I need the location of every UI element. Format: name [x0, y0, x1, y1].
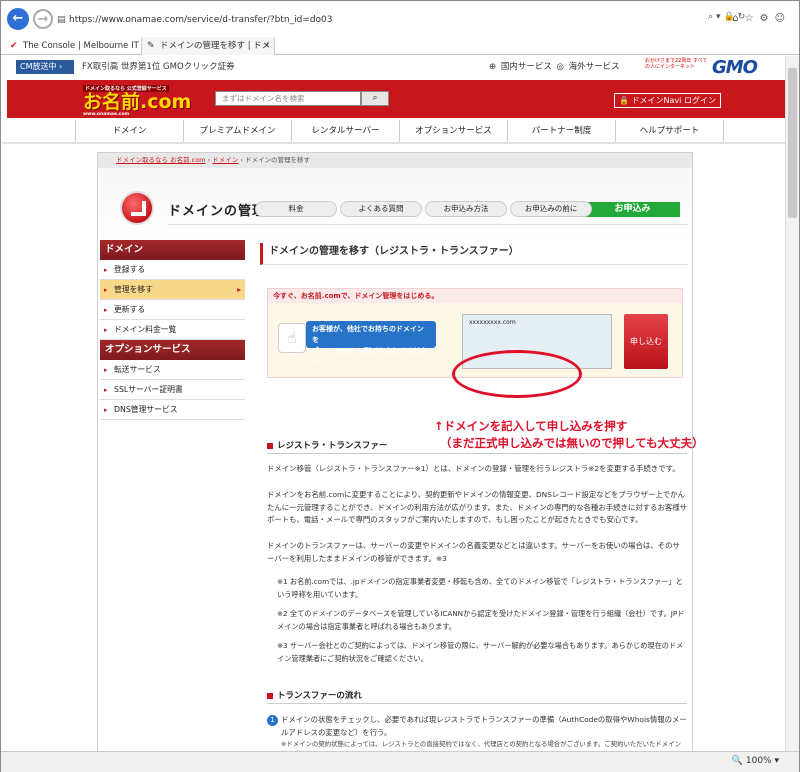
gmo-anniversary: おかげさまで22周年 すべての人にインターネット: [645, 58, 708, 70]
fx-promo-link[interactable]: FX取引高 世界第1位 GMOクリック証券: [82, 60, 235, 74]
apply-button[interactable]: お申込み: [585, 202, 680, 217]
zoom-control[interactable]: 🔍 100% ▾: [732, 756, 779, 766]
main-navigation: ドメイン プレミアムドメイン レンタルサーバー オプションサービス パートナー制…: [75, 120, 725, 142]
flow-step-1: 1 ドメインの状態をチェックし、必要であれば現レジストラでトランスファーの準備（…: [267, 714, 687, 751]
registrar-transfer-heading: レジストラ・トランスファー: [267, 439, 687, 454]
vertical-scrollbar[interactable]: [785, 56, 799, 751]
title-underline: [168, 224, 688, 225]
sidebar-item-forwarding[interactable]: 転送サービス: [100, 360, 245, 380]
pointing-hand-icon: ☝: [278, 323, 306, 353]
breadcrumb-domain[interactable]: ドメイン: [212, 156, 238, 164]
search-icon[interactable]: ⌕: [708, 12, 716, 22]
dropdown-icon[interactable]: ▾: [716, 12, 724, 22]
nav-option-service[interactable]: オプションサービス: [400, 120, 508, 142]
domain-navi-login-button[interactable]: 🔒 ドメインNavi ログイン: [614, 93, 721, 108]
annotation-line1: ↑ドメインを記入して申し込みを押す: [434, 419, 628, 433]
sidebar-head-options: オプションサービス: [100, 340, 245, 360]
nav-domain[interactable]: ドメイン: [76, 120, 184, 142]
magnifier-icon: ⌕: [372, 93, 378, 103]
home-icon[interactable]: ⌂: [732, 13, 744, 24]
tab-label: The Console | Melbourne IT: [23, 41, 139, 51]
registrar-paragraph-3: ドメインのトランスファーは、サーバーの変更やドメインの名義変更などとは違います。…: [267, 541, 680, 563]
address-bar[interactable]: ▤ https://www.onamae.com/service/d-transf…: [57, 12, 707, 28]
search-button[interactable]: ⌕: [361, 91, 389, 106]
gear-icon[interactable]: ⚙: [760, 13, 775, 24]
site-header: ドメイン取るなら 公式登録サービス お名前.com www.onamae.com…: [7, 80, 795, 118]
sidebar-head-domain: ドメイン: [100, 240, 245, 260]
sidebar-item-transfer[interactable]: 管理を移す: [100, 280, 245, 300]
tab-strip: ✔ The Console | Melbourne IT ✎ ドメインの管理を移…: [1, 37, 799, 69]
sub-tabs: 料金 よくある質問 お申込み方法 お申込みの前に: [162, 201, 592, 217]
scroll-thumb[interactable]: [788, 68, 797, 218]
star-icon[interactable]: ☆: [745, 13, 760, 24]
status-bar: 🔍 100% ▾: [1, 751, 799, 772]
transfer-flow-heading: トランスファーの流れ: [267, 689, 687, 704]
promo-heading: 今すぐ、お名前.comで、ドメイン管理をはじめる。: [268, 289, 682, 303]
subtab-before-apply[interactable]: お申込みの前に: [510, 201, 592, 217]
registrar-note-3: ※3 サーバー会社とのご契約によっては、ドメイン移管の際に、サーバー解約が必要な…: [277, 641, 684, 663]
back-button[interactable]: ←: [7, 8, 29, 30]
sidebar-item-ssl[interactable]: SSLサーバー証明書: [100, 380, 245, 400]
web-page: CM放送中 › FX取引高 世界第1位 GMOクリック証券 ⊕ 国内サービス ◎…: [2, 56, 799, 751]
breadcrumb-current: ドメインの管理を移す: [245, 156, 311, 164]
gmo-top-bar: CM放送中 › FX取引高 世界第1位 GMOクリック証券 ⊕ 国内サービス ◎…: [2, 56, 799, 78]
gmo-service-links[interactable]: ⊕ 国内サービス ◎ 海外サービス: [489, 60, 620, 74]
checkmark-favicon-icon: ✔: [10, 41, 18, 51]
close-tab-icon[interactable]: ✕: [263, 37, 270, 55]
address-bar-row: ← → ▤ https://www.onamae.com/service/d-tr…: [1, 1, 799, 37]
registrar-paragraph-1: ドメイン移管（レジストラ・トランスファー※1）とは、ドメインの登録・管理を行うレ…: [267, 464, 680, 473]
sidebar-item-price-list[interactable]: ドメイン料金一覧: [100, 320, 245, 340]
forward-button[interactable]: →: [33, 9, 53, 29]
logo-text: お名前.com: [83, 91, 192, 113]
nav-rental-server[interactable]: レンタルサーバー: [292, 120, 400, 142]
subtab-how-to-apply[interactable]: お申込み方法: [425, 201, 507, 217]
subtab-price[interactable]: 料金: [255, 201, 337, 217]
transfer-submit-button[interactable]: 申し込む: [624, 314, 668, 369]
page-icon: ▤: [57, 15, 66, 25]
browser-tools: ⌂☆⚙☺: [732, 13, 791, 24]
tab-console[interactable]: ✔ The Console | Melbourne IT: [5, 37, 139, 55]
nav-partner[interactable]: パートナー制度: [508, 120, 616, 142]
registrar-paragraph-2: ドメインをお名前.comに変更することにより、契約更新やドメインの情報変更、DN…: [267, 490, 688, 524]
nav-divider: [2, 142, 799, 144]
page-favicon-icon: ✎: [147, 41, 155, 51]
lock-icon: 🔒: [619, 96, 632, 105]
promo-instruction: お客様が、他社でお持ちのドメインを 「○○.com」の形で入力してください。: [306, 321, 436, 366]
url-text: https://www.onamae.com/service/d-transfe…: [69, 15, 333, 25]
domain-search-input[interactable]: まずはドメイン名を検索: [215, 91, 361, 106]
smiley-icon[interactable]: ☺: [775, 13, 791, 24]
gmo-logo[interactable]: GMO: [712, 57, 758, 78]
breadcrumb-home[interactable]: ドメイン取るなら お名前.com: [116, 156, 206, 164]
sidebar: ドメイン 登録する 管理を移す 更新する ドメイン料金一覧 オプションサービス …: [100, 240, 245, 420]
subtab-faq[interactable]: よくある質問: [340, 201, 422, 217]
browser-window: ← → ▤ https://www.onamae.com/service/d-tr…: [0, 0, 800, 772]
nav-premium-domain[interactable]: プレミアムドメイン: [184, 120, 292, 142]
nav-help-support[interactable]: ヘルプサポート: [616, 120, 724, 142]
sidebar-item-register[interactable]: 登録する: [100, 260, 245, 280]
cm-badge[interactable]: CM放送中 ›: [16, 60, 74, 74]
onamae-logo[interactable]: ドメイン取るなら 公式登録サービス お名前.com www.onamae.com: [83, 83, 195, 117]
step-number: 1: [267, 715, 278, 726]
tab-onamae[interactable]: ✎ ドメインの管理を移す | ドメイ... ✕: [141, 37, 275, 69]
service-icon: ⊕: [489, 62, 501, 72]
arrow-circle-icon: [120, 191, 154, 225]
sidebar-item-dns[interactable]: DNS管理サービス: [100, 400, 245, 420]
annotation-circle: [452, 350, 582, 398]
sidebar-item-renew[interactable]: 更新する: [100, 300, 245, 320]
breadcrumb: ドメイン取るなら お名前.com › ドメイン › ドメインの管理を移す: [98, 153, 692, 168]
registrar-note-2: ※2 全てのドメインのデータベースを管理しているICANNから認定を受けたドメイ…: [277, 609, 685, 631]
section-title: ドメインの管理を移す（レジストラ・トランスファー）: [260, 243, 688, 265]
zoom-icon: 🔍: [731, 756, 746, 766]
registrar-note-1: ※1 お名前.comでは、.jpドメインの指定事業者変更・移転も含め、全てのドメ…: [277, 577, 683, 599]
